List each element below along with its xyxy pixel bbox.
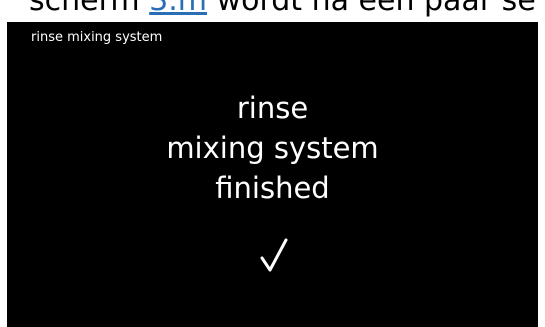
- device-display: rinse mixing system rinse mixing system …: [7, 22, 538, 327]
- message-line-3: finished: [215, 171, 330, 205]
- checkmark-icon: [260, 238, 288, 272]
- manual-text-before: scherm: [29, 0, 150, 18]
- manual-text-strip: scherm 3.m wordt na een paar se: [0, 0, 545, 22]
- manual-text-after: wordt na een paar se: [207, 0, 536, 18]
- manual-screen-link[interactable]: 3.m: [149, 0, 207, 18]
- manual-sentence: scherm 3.m wordt na een paar se: [29, 0, 536, 19]
- screen-title: rinse mixing system: [31, 30, 163, 45]
- message-line-1: rinse: [236, 91, 309, 125]
- status-message: rinse mixing system finished: [7, 88, 538, 208]
- message-line-2: mixing system: [166, 131, 379, 165]
